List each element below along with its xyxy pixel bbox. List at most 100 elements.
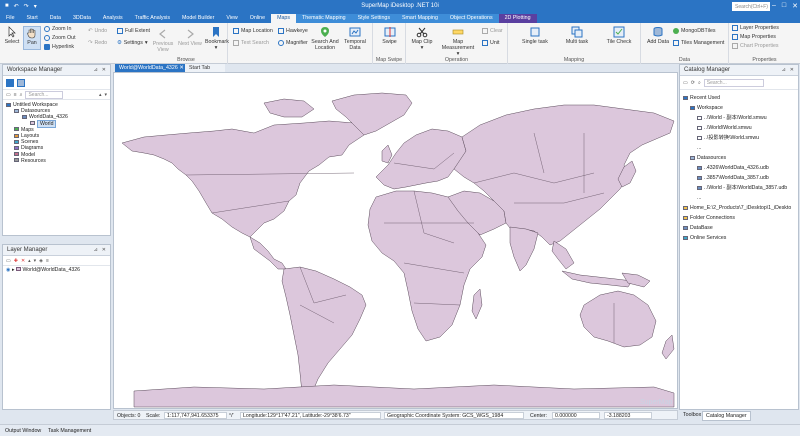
swipe-button[interactable]: Swipe (377, 26, 402, 45)
chevron-down-icon[interactable]: ▾ (104, 92, 107, 98)
visibility-eye-icon[interactable]: ◉ (6, 267, 11, 273)
tab-analysis[interactable]: Analysis (97, 14, 129, 23)
tree-item[interactable]: ..3857\WorldData_3857.udb (683, 173, 795, 183)
tree-item[interactable]: Folder Connections (683, 213, 795, 223)
layer-menu-icon[interactable]: ≡ (46, 258, 49, 264)
tree-item[interactable]: ..4326\WorldData_4326.udb (683, 163, 795, 173)
tree-item[interactable]: Datasources (683, 153, 795, 163)
pin-icon[interactable]: ⊿ (94, 247, 98, 253)
search-icon[interactable]: ⌕ (698, 80, 701, 86)
text-search-button[interactable]: Text Search (233, 40, 269, 46)
folder-open-icon[interactable]: ▭ (6, 92, 11, 98)
minimize-button[interactable]: – (772, 2, 776, 10)
layer-item[interactable]: ◉ ▸ World@WorldData_4326 (6, 267, 107, 273)
tab-3ddata[interactable]: 3DData (67, 14, 97, 23)
tree-item[interactable]: ..\World\World.smwu (683, 123, 795, 133)
layer-properties-button[interactable]: Layer Properties (732, 25, 779, 31)
pan-button[interactable]: Pan (23, 26, 41, 50)
multi-task-button[interactable]: Multi task (558, 26, 596, 45)
map-clip-button[interactable]: Map Clip ▾ (411, 26, 433, 51)
clear-button[interactable]: Clear (482, 28, 503, 34)
search-icon[interactable]: ⌕ (20, 92, 23, 98)
hawkeye-button[interactable]: Hawkeye (278, 28, 308, 34)
tree-item[interactable]: Online Services (683, 233, 795, 243)
tree-item[interactable]: ..\投影转换\World.smwu (683, 133, 795, 143)
tab-start[interactable]: Start (21, 14, 44, 23)
full-extent-button[interactable]: Full Extent (117, 28, 150, 34)
tab-file[interactable]: File (0, 14, 21, 23)
unit-button[interactable]: Unit (482, 40, 499, 46)
tab-toolbox[interactable]: Toolbox (680, 411, 704, 419)
close-window-button[interactable]: ✕ (792, 2, 798, 10)
tab-smart-mapping[interactable]: Smart Mapping (395, 14, 444, 23)
tab-world-map[interactable]: World@WorldData_4326 ✕ (115, 64, 185, 72)
tab-output-window[interactable]: Output Window (5, 428, 41, 434)
close-icon[interactable]: ✕ (102, 247, 106, 253)
tree-item[interactable]: ... (683, 193, 795, 203)
remove-layer-icon[interactable]: ✕ (21, 258, 25, 264)
mongodb-tiles-button[interactable]: MongoDBTiles (673, 28, 716, 34)
add-layer-icon[interactable]: ✚ (14, 258, 18, 264)
tab-online[interactable]: Online (244, 14, 271, 23)
tree-item[interactable]: Recent Used (683, 93, 795, 103)
close-tab-icon[interactable]: ✕ (179, 65, 183, 71)
move-up-icon[interactable]: ▴ (28, 258, 31, 264)
select-button[interactable]: Select (3, 26, 21, 45)
tiles-management-button[interactable]: Tiles Management (673, 40, 724, 46)
magnifier-button[interactable]: Magnifier (278, 40, 308, 46)
redo-button[interactable]: ↷ Redo (88, 40, 107, 46)
tree-item[interactable]: ... (683, 143, 795, 153)
layer-style-icon[interactable]: ◈ (39, 258, 43, 264)
previous-view-button[interactable]: Previous View (150, 28, 176, 53)
tree-item[interactable]: Workspace (683, 103, 795, 113)
tab-style-settings[interactable]: Style Settings (351, 14, 396, 23)
tab-maps[interactable]: Maps (271, 14, 297, 23)
scale-input[interactable]: 1:117,747,941.653375 (164, 412, 227, 419)
zoom-out-button[interactable]: Zoom Out (44, 35, 76, 41)
tree-item[interactable]: DataBase (683, 223, 795, 233)
tree-item[interactable]: ..\World - 副本\WorldData_3857.udb (683, 183, 795, 193)
tab-task-management[interactable]: Task Management (48, 428, 91, 434)
center-x-input[interactable]: 0.000000 (552, 412, 600, 419)
map-properties-button[interactable]: Map Properties (732, 34, 776, 40)
tree-item[interactable]: Resources (6, 158, 107, 164)
tab-traffic-analysis[interactable]: Traffic Analysis (129, 14, 176, 23)
search-and-location-button[interactable]: Search And Location (311, 26, 339, 51)
tab-object-operations[interactable]: Object Operations (443, 14, 499, 23)
tab-data[interactable]: Data (44, 14, 67, 23)
center-y-input[interactable]: -3.188203 (604, 412, 652, 419)
datasource-icon[interactable] (17, 78, 25, 87)
tree-item[interactable]: Home_E:\2_Products\7_iDesktop\1_iDeskto (683, 203, 795, 213)
catalog-search-input[interactable]: Search... (703, 78, 764, 87)
close-icon[interactable]: ✕ (102, 67, 106, 73)
selectable-icon[interactable]: ▸ (12, 267, 15, 273)
zoom-in-button[interactable]: Zoom In (44, 26, 71, 32)
global-search-input[interactable]: Search(Ctrl+F) (732, 2, 770, 11)
single-task-button[interactable]: Single task (516, 26, 554, 45)
tab-model-builder[interactable]: Model Builder (176, 14, 220, 23)
tile-check-button[interactable]: Tile Check (600, 26, 638, 45)
map-canvas[interactable]: SuperMap (113, 72, 678, 409)
add-data-button[interactable]: Add Data (644, 26, 672, 45)
crs-readout[interactable]: Geographic Coordinate System: GCS_WGS_19… (384, 412, 524, 419)
tab-view[interactable]: View (220, 14, 243, 23)
workspace-search-input[interactable]: Search... (25, 90, 64, 99)
tab-thematic-mapping[interactable]: Thematic Mapping (296, 14, 352, 23)
settings-dropdown[interactable]: ⚙ Settings ▾ (117, 40, 148, 46)
temporal-data-button[interactable]: Temporal Data (341, 26, 369, 51)
hyperlink-button[interactable]: Hyperlink (44, 44, 74, 50)
maximize-button[interactable]: □ (782, 2, 786, 10)
bookmark-button[interactable]: Bookmark ▾ (205, 26, 229, 51)
folder-icon[interactable]: ▭ (683, 80, 688, 86)
tree-item[interactable]: ..\World - 副本\World.smwu (683, 113, 795, 123)
pin-icon[interactable]: ⊿ (782, 67, 786, 73)
undo-button[interactable]: ↶ Undo (88, 28, 107, 34)
map-measurement-button[interactable]: Map Measurement ▾ (436, 26, 480, 57)
move-down-icon[interactable]: ▾ (34, 258, 37, 264)
tab-2d-plotting[interactable]: 2D Plotting (498, 14, 537, 23)
workspace-icon[interactable] (6, 78, 14, 87)
list-icon[interactable]: ≡ (14, 92, 17, 98)
map-location-button[interactable]: Map Location (233, 28, 273, 34)
refresh-icon[interactable]: ⟳ (691, 80, 695, 86)
chevron-up-icon[interactable]: ▴ (99, 92, 102, 98)
